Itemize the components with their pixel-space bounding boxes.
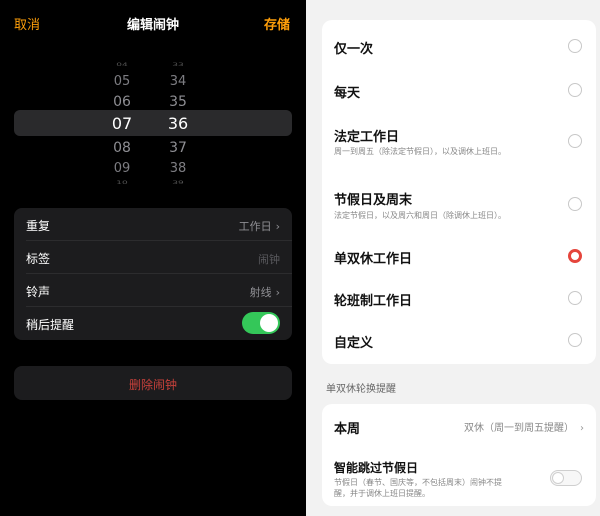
label-value: 闹钟 [258, 253, 280, 266]
label-label: 标签 [26, 252, 51, 266]
save-button[interactable]: 存储 [264, 14, 290, 33]
alternating-reminder-card: 本周 双休（周一到周五提醒） › 智能跳过节假日 节假日（春节、国庆等，不包括周末… [322, 404, 596, 506]
hour-value: 06 [113, 94, 131, 110]
option-custom[interactable]: 自定义 [322, 318, 596, 362]
option-legal-workday[interactable]: 法定工作日 周一到周五（除法定节假日），以及调休上班日。 [322, 110, 596, 172]
radio-icon[interactable] [568, 134, 582, 148]
option-once[interactable]: 仅一次 [322, 20, 596, 72]
minute-value: 33 [172, 62, 184, 68]
skip-holiday-label: 智能跳过节假日 [334, 461, 419, 475]
snooze-toggle[interactable] [242, 312, 280, 334]
option-alternating-weekend[interactable]: 单双休工作日 [322, 234, 596, 276]
radio-icon[interactable] [568, 83, 582, 97]
minute-selected: 36 [167, 114, 189, 133]
minute-value: 39 [172, 180, 184, 186]
snooze-label: 稍后提醒 [26, 318, 75, 332]
option-holiday-weekend[interactable]: 节假日及周末 法定节假日，以及周六和周日（除调休上班日）。 [322, 172, 596, 234]
option-title: 节假日及周末 [334, 193, 413, 208]
option-title: 单双休工作日 [334, 252, 413, 267]
minute-value: 35 [169, 94, 187, 110]
skip-holiday-desc: 节假日（春节、国庆等，不包括周末）闹钟不提 [334, 478, 502, 487]
radio-icon[interactable] [568, 39, 582, 53]
minute-value: 37 [169, 140, 187, 156]
repeat-label: 重复 [26, 219, 51, 233]
hour-value: 10 [116, 180, 128, 186]
hour-selected: 07 [111, 114, 133, 133]
repeat-value: 工作日 › [238, 220, 280, 233]
option-title: 仅一次 [334, 42, 374, 57]
radio-icon[interactable] [568, 197, 582, 211]
option-subtitle: 周一到周五（除法定节假日），以及调休上班日。 [334, 147, 506, 156]
option-subtitle: 法定节假日，以及周六和周日（除调休上班日）。 [334, 211, 506, 220]
option-daily[interactable]: 每天 [322, 72, 596, 110]
delete-alarm-button[interactable]: 删除闹钟 [14, 366, 292, 400]
option-shift-workday[interactable]: 轮班制工作日 [322, 276, 596, 318]
skip-holiday-desc: 醒，并于调休上班日提醒。 [334, 489, 430, 498]
radio-icon[interactable] [568, 291, 582, 305]
time-picker[interactable]: 04 05 06 07 08 09 10 33 34 35 36 37 38 3… [14, 58, 292, 188]
repeat-options-card: 仅一次 每天 法定工作日 周一到周五（除法定节假日），以及调休上班日。 节假日及… [322, 20, 596, 364]
hour-value: 08 [113, 140, 131, 156]
hour-wheel[interactable]: 04 05 06 07 08 09 10 [102, 58, 142, 188]
skip-holiday-toggle[interactable] [550, 470, 582, 486]
radio-selected-icon[interactable] [568, 249, 582, 263]
this-week-label: 本周 [334, 422, 361, 437]
snooze-row: 稍后提醒 [14, 307, 292, 340]
chevron-right-icon: › [275, 286, 280, 299]
sound-value: 射线 › [249, 286, 280, 299]
minute-value: 34 [169, 74, 187, 89]
chevron-right-icon: › [275, 220, 280, 233]
this-week-value: 双休（周一到周五提醒） › [464, 423, 584, 434]
sound-label: 铃声 [26, 285, 51, 299]
minute-wheel[interactable]: 33 34 35 36 37 38 39 [158, 58, 198, 188]
hour-value: 04 [116, 62, 128, 68]
option-title: 自定义 [334, 336, 374, 351]
picker-selection-band [14, 110, 292, 136]
option-title: 轮班制工作日 [334, 294, 413, 309]
nav-bar: 取消 编辑闹钟 存储 [0, 0, 306, 46]
radio-icon[interactable] [568, 333, 582, 347]
delete-alarm-label: 删除闹钟 [128, 378, 177, 392]
minute-value: 38 [169, 161, 187, 176]
page-title: 编辑闹钟 [126, 18, 179, 33]
edit-alarm-screen: 取消 编辑闹钟 存储 04 05 06 07 08 09 10 33 34 35… [0, 0, 306, 516]
sound-row[interactable]: 铃声 射线 › [14, 274, 292, 307]
label-row[interactable]: 标签 闹钟 [14, 241, 292, 274]
alarm-settings-group: 重复 工作日 › 标签 闹钟 铃声 射线 › 稍后提醒 [14, 208, 292, 340]
hour-value: 05 [113, 74, 131, 89]
option-title: 法定工作日 [334, 130, 400, 145]
repeat-row[interactable]: 重复 工作日 › [14, 208, 292, 241]
chevron-right-icon: › [580, 423, 584, 434]
hour-value: 09 [113, 161, 131, 176]
section-title: 单双休轮换提醒 [326, 384, 396, 395]
repeat-options-screen: 仅一次 每天 法定工作日 周一到周五（除法定节假日），以及调休上班日。 节假日及… [306, 0, 600, 516]
option-title: 每天 [334, 86, 361, 101]
